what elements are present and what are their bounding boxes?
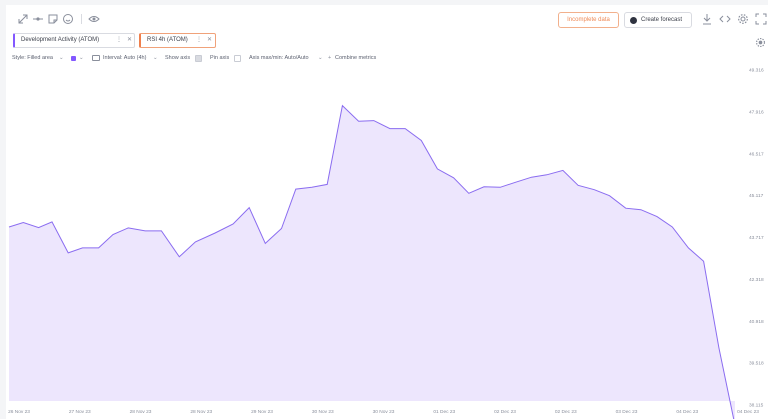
chart-svg: santiment 26 Nov 2327 Nov 2328 Nov 2328 … [8,68,764,419]
chevron-down-icon[interactable]: ⌄ [318,53,323,63]
color-swatch[interactable] [71,55,76,61]
chart-settings-icon[interactable] [755,35,766,48]
y-tick-label: 38.115 [749,403,764,409]
x-tick-label: 03 Dec 23 [616,409,638,415]
x-tick-label: 30 Nov 23 [373,409,395,415]
metric-chip-label: Development Activity (ATOM) [21,37,100,43]
x-tick-label: 27 Nov 23 [69,409,91,415]
calendar-icon [92,55,100,61]
chart-plot-area[interactable]: santiment 26 Nov 2327 Nov 2328 Nov 2328 … [6,67,768,419]
chart-widget: Incomplete data Create forecast Developm… [6,5,768,419]
interval-dropdown[interactable]: Interval: Auto (4h) [103,53,146,63]
metric-chip-development-activity[interactable]: Development Activity (ATOM) ⋮ ✕ [13,33,135,48]
x-tick-label: 26 Nov 23 [8,409,30,415]
y-tick-label: 49.316 [749,68,764,74]
note-icon[interactable] [47,13,59,25]
embed-code-icon[interactable] [719,13,731,25]
pin-axis-label: Pin axis [210,55,230,61]
incomplete-data-button[interactable]: Incomplete data [558,12,619,28]
plus-icon: + [328,55,332,61]
forecast-icon [630,16,637,24]
y-tick-label: 40.918 [749,319,764,325]
combine-metrics-button[interactable]: Combine metrics [335,53,376,63]
x-tick-label: 04 Dec 23 [737,409,759,415]
eye-icon[interactable] [88,13,100,25]
y-tick-label: 39.518 [749,361,764,367]
style-dropdown[interactable]: Style: Filled area [12,53,53,63]
show-axis-label: Show axis [165,55,191,61]
kebab-menu-icon[interactable]: ⋮ [196,34,202,47]
y-tick-label: 46.517 [749,151,764,157]
x-tick-label: 28 Nov 23 [130,409,152,415]
x-tick-label: 01 Dec 23 [433,409,455,415]
create-forecast-label: Create forecast [641,17,683,23]
series-area-fill [9,105,735,419]
x-tick-label: 29 Nov 23 [251,409,273,415]
fullscreen-icon[interactable] [755,13,767,25]
chart-toolbar: Incomplete data Create forecast [6,5,768,33]
axis-range-dropdown[interactable]: Axis max/min: Auto/Auto [249,53,309,63]
expand-arrows-icon[interactable] [17,13,29,25]
show-axis-checkbox[interactable] [195,54,202,62]
x-tick-label: 30 Nov 23 [312,409,334,415]
y-tick-label: 42.318 [749,277,764,283]
x-tick-label: 02 Dec 23 [555,409,577,415]
y-tick-label: 45.117 [749,193,764,199]
gear-icon[interactable] [737,13,749,25]
x-tick-label: 02 Dec 23 [494,409,516,415]
metric-chip-rsi[interactable]: RSI 4h (ATOM) ⋮ ✕ [139,33,216,48]
x-tick-label: 04 Dec 23 [676,409,698,415]
close-icon[interactable]: ✕ [207,34,212,47]
close-icon[interactable]: ✕ [127,34,132,47]
create-forecast-button[interactable]: Create forecast [624,12,692,28]
kebab-menu-icon[interactable]: ⋮ [116,34,122,47]
chevron-down-icon[interactable]: ⌄ [59,53,64,63]
toolbar-divider [81,14,82,24]
x-tick-label: 28 Nov 23 [190,409,212,415]
y-tick-label: 47.916 [749,109,764,115]
chevron-down-icon[interactable]: ⌄ [79,53,84,63]
line-tool-icon[interactable] [32,13,44,25]
chevron-down-icon[interactable]: ⌄ [153,53,158,63]
y-tick-label: 43.717 [749,235,764,241]
metric-chip-label: RSI 4h (ATOM) [147,37,188,43]
emoji-icon[interactable] [62,13,74,25]
pin-axis-checkbox[interactable] [234,54,241,62]
download-icon[interactable] [701,13,713,25]
